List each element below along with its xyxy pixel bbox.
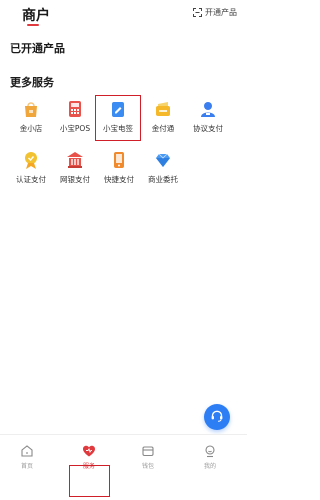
service-wangyin-zhifu[interactable]: 网银支付 (52, 147, 98, 193)
title-underline (27, 24, 39, 26)
service-label: 商业委托 (148, 175, 178, 184)
service-label: 金小店 (19, 124, 43, 133)
verified-badge-icon (21, 150, 41, 170)
service-shangye-weituo[interactable]: 商业委托 (140, 147, 186, 193)
headset-support-icon (210, 408, 224, 427)
home-icon (20, 443, 34, 457)
e-sign-icon (108, 99, 128, 119)
service-kuaijie-zhifu[interactable]: 快捷支付 (96, 147, 142, 193)
tab-service-highlight (69, 465, 110, 497)
opened-products-heading: 已开通产品 (10, 42, 65, 55)
scan-frame-icon (193, 8, 202, 17)
bank-icon (65, 150, 85, 170)
shop-icon (21, 99, 41, 119)
diamond-icon (153, 150, 173, 170)
page-title: 商户 (22, 8, 50, 24)
service-label: 网银支付 (60, 175, 90, 184)
tab-label: 我的 (203, 463, 216, 470)
wallet-card-icon (153, 99, 173, 119)
bottom-tab-bar: 首页 服务 钱包 我的 (0, 434, 247, 500)
service-renzheng-zhifu[interactable]: 认证支付 (8, 147, 54, 193)
service-label: 认证支付 (16, 175, 46, 184)
service-jinxiaodian[interactable]: 金小店 (8, 96, 54, 142)
tab-profile[interactable]: 我的 (190, 443, 230, 470)
service-xiaobao-dianqian[interactable]: 小宝电签 (95, 95, 141, 141)
user-agreement-icon (198, 99, 218, 119)
tab-wallet[interactable]: 钱包 (128, 443, 168, 470)
customer-service-button[interactable] (204, 404, 230, 430)
service-label: 小宝电签 (103, 124, 133, 133)
service-jinfutong[interactable]: 金付通 (140, 96, 186, 142)
open-product-label: 开通产品 (205, 8, 237, 17)
service-label: 快捷支付 (104, 175, 134, 184)
tab-home[interactable]: 首页 (7, 443, 47, 470)
service-label: 金付通 (151, 124, 175, 133)
service-xieyi-zhifu[interactable]: 协议支付 (185, 96, 231, 142)
pos-terminal-icon (65, 99, 85, 119)
open-product-button[interactable]: 开通产品 (193, 7, 237, 18)
service-label: 协议支付 (193, 124, 223, 133)
profile-icon (203, 443, 217, 458)
service-heart-icon (82, 443, 96, 457)
quick-pay-phone-icon (109, 150, 129, 170)
tab-label: 首页 (20, 463, 33, 470)
service-xiaobao-pos[interactable]: 小宝POS (52, 96, 98, 142)
service-label: 小宝POS (59, 124, 91, 133)
wallet-icon (141, 443, 155, 457)
header: 商户 开通产品 (0, 0, 247, 30)
more-services-heading: 更多服务 (10, 76, 54, 89)
tab-label: 钱包 (141, 463, 154, 470)
